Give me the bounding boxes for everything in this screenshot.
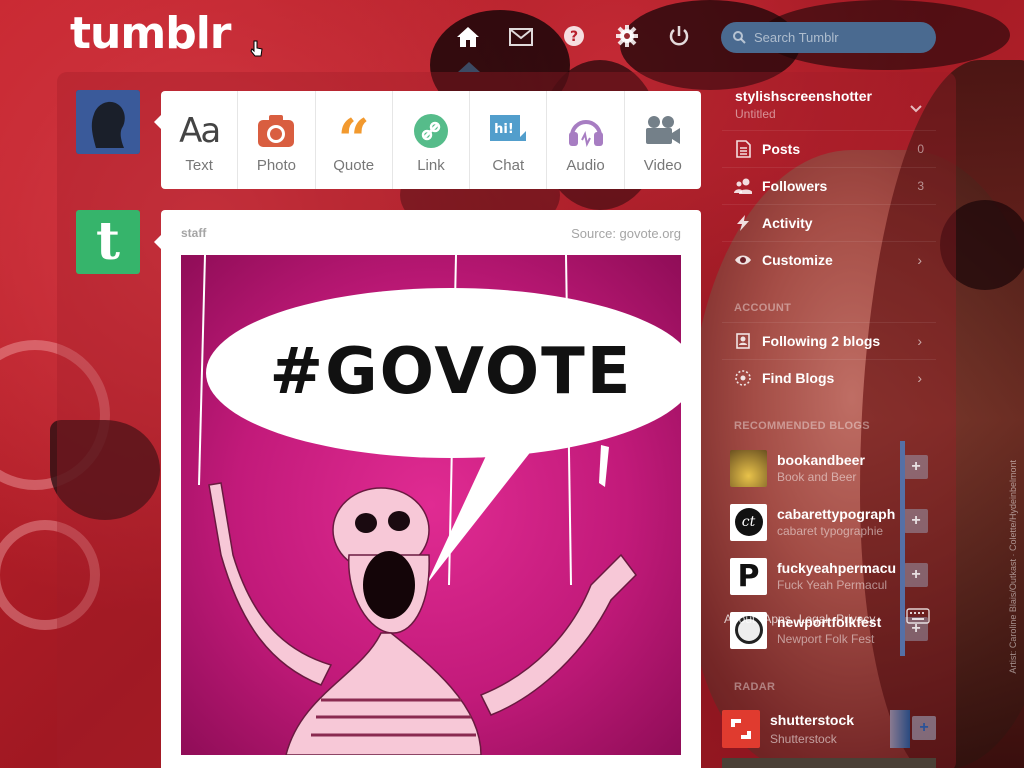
- footer-links: About Apps Legal Privacy: [724, 612, 875, 626]
- lightning-icon: [737, 215, 749, 231]
- search-input[interactable]: [754, 30, 924, 45]
- recommended-heading: RECOMMENDED BLOGS: [734, 420, 870, 432]
- following-icon: [736, 333, 750, 349]
- sidebar-item-posts[interactable]: Posts 0: [722, 130, 936, 167]
- keyboard-icon[interactable]: [906, 608, 930, 626]
- gear-icon[interactable]: [614, 23, 640, 49]
- footer-link-privacy[interactable]: Privacy: [836, 612, 875, 626]
- radar-heading: RADAR: [734, 681, 776, 693]
- follow-button[interactable]: +: [904, 455, 928, 479]
- chevron-right-icon: ›: [917, 370, 922, 386]
- active-nav-caret: [458, 62, 480, 72]
- footer-link-about[interactable]: About: [724, 612, 755, 626]
- blog-avatar: P: [730, 557, 767, 595]
- search-icon: [733, 31, 746, 44]
- quote-icon: “: [337, 106, 370, 173]
- follow-button[interactable]: +: [904, 509, 928, 533]
- chevron-right-icon: ›: [917, 252, 922, 268]
- follow-button[interactable]: +: [912, 716, 936, 740]
- headphones-icon: [566, 111, 606, 151]
- post-type-quote[interactable]: “ Quote: [316, 91, 393, 189]
- shutterstock-avatar: [722, 710, 760, 748]
- account-heading: ACCOUNT: [734, 302, 792, 314]
- video-camera-icon: [643, 111, 683, 151]
- staff-avatar[interactable]: t: [76, 210, 140, 274]
- sidebar-item-customize[interactable]: Customize ›: [722, 241, 936, 278]
- compass-icon: [735, 370, 751, 386]
- mouse-cursor-icon: [250, 40, 264, 63]
- post-type-bar: Aa Text Photo “ Quote Link hi! Chat Audi…: [161, 91, 701, 189]
- footer-link-apps[interactable]: Apps: [763, 612, 790, 626]
- sidebar-item-following[interactable]: Following 2 blogs ›: [722, 322, 936, 359]
- svg-text:?: ?: [570, 29, 578, 45]
- footer-link-legal[interactable]: Legal: [799, 612, 828, 626]
- blog-name[interactable]: stylishscreenshotter: [735, 88, 872, 104]
- radar-preview: [890, 710, 910, 748]
- search-bar[interactable]: [721, 22, 936, 53]
- blog-avatar: ct: [730, 503, 767, 541]
- post-source-link[interactable]: Source: govote.org: [571, 226, 681, 241]
- radar-blog[interactable]: shutterstock Shutterstock +: [722, 706, 936, 752]
- text-icon: Aa: [179, 110, 221, 151]
- document-icon: [736, 140, 751, 158]
- help-icon[interactable]: ?: [561, 23, 587, 49]
- chat-icon: hi!: [488, 111, 528, 151]
- post-type-text[interactable]: Aa Text: [161, 91, 239, 189]
- sidebar-item-followers[interactable]: Followers 3: [722, 167, 936, 204]
- svg-text:hi!: hi!: [494, 122, 514, 137]
- post-type-video[interactable]: Video: [625, 91, 701, 189]
- chevron-right-icon: ›: [917, 333, 922, 349]
- sidebar-item-activity[interactable]: Activity: [722, 204, 936, 241]
- post-type-photo[interactable]: Photo: [238, 91, 316, 189]
- post-type-audio[interactable]: Audio: [547, 91, 625, 189]
- eye-icon: [735, 255, 751, 265]
- home-icon[interactable]: [455, 24, 481, 50]
- blog-subtitle: Untitled: [735, 107, 776, 121]
- blog-avatar: [730, 449, 767, 487]
- follow-button[interactable]: +: [904, 563, 928, 587]
- recommended-scrollbar[interactable]: [900, 441, 905, 656]
- avatar-notch: [154, 235, 161, 249]
- tumblr-logo[interactable]: tumblr: [70, 8, 231, 59]
- background-credit: Artist: Caroline Blais/Outkast · Colette…: [1008, 460, 1018, 674]
- camera-icon: [256, 111, 296, 151]
- avatar-notch: [154, 115, 161, 129]
- followers-icon: [734, 178, 752, 194]
- post-image-text: #GOVOTE: [269, 335, 633, 409]
- top-bar: tumblr ?: [0, 0, 1024, 72]
- post-author[interactable]: staff: [181, 226, 206, 240]
- chevron-down-icon[interactable]: [910, 100, 922, 118]
- link-icon: [411, 111, 451, 151]
- sidebar-item-find-blogs[interactable]: Find Blogs ›: [722, 359, 936, 396]
- post-photo[interactable]: #GOVOTE: [181, 255, 681, 755]
- post-type-link[interactable]: Link: [393, 91, 471, 189]
- user-avatar[interactable]: [76, 90, 140, 154]
- mail-icon[interactable]: [508, 24, 534, 50]
- dashboard-post: staff Source: govote.org #GOVOTE: [161, 210, 701, 768]
- power-icon[interactable]: [666, 23, 692, 49]
- post-type-chat[interactable]: hi! Chat: [470, 91, 548, 189]
- radar-image-preview: [722, 758, 936, 768]
